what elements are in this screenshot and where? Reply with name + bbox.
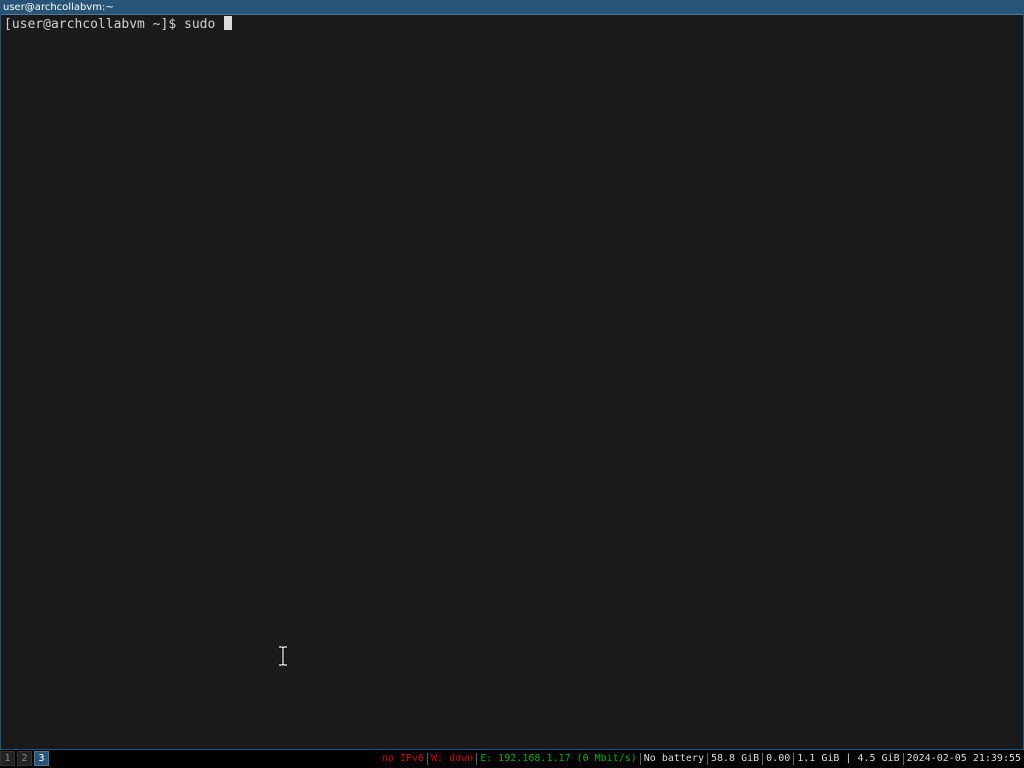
battery-status: No battery [643, 753, 704, 764]
text-cursor [224, 16, 233, 30]
shell-prompt: [user@archcollabvm ~]$ [4, 17, 185, 32]
window-title: user@archcollabvm:~ [3, 2, 114, 13]
workspace-button-3[interactable]: 3 [34, 751, 49, 766]
workspace-button-1[interactable]: 1 [0, 751, 15, 766]
ipv6-status: no IPv6 [381, 753, 425, 764]
workspace-switcher: 1 2 3 [0, 751, 51, 767]
typed-command: sudo [184, 17, 224, 32]
ibeam-cursor-icon [279, 646, 287, 666]
prompt-line: [user@archcollabvm ~]$ sudo [4, 16, 233, 33]
load-status: 0.00 [766, 753, 791, 764]
workspace-button-2[interactable]: 2 [17, 751, 32, 766]
status-line: no IPv6 W: down E: 192.168.1.17 (0 Mbit/… [379, 750, 1024, 768]
ethernet-status: E: 192.168.1.17 (0 Mbit/s) [480, 753, 637, 764]
memory-status: 1.1 GiB | 4.5 GiB [797, 753, 900, 764]
clock: 2024-02-05 21:39:55 [906, 753, 1021, 764]
terminal-body[interactable]: [user@archcollabvm ~]$ sudo [1, 15, 1023, 749]
status-bar: 1 2 3 no IPv6 W: down E: 192.168.1.17 (0… [0, 750, 1024, 768]
window-title-bar[interactable]: user@archcollabvm:~ [1, 1, 1023, 15]
desktop-screen: user@archcollabvm:~ [user@archcollabvm ~… [0, 0, 1024, 768]
terminal-window[interactable]: user@archcollabvm:~ [user@archcollabvm ~… [0, 0, 1024, 750]
disk-status: 58.8 GiB [710, 753, 760, 764]
wireless-status: W: down [431, 753, 474, 764]
